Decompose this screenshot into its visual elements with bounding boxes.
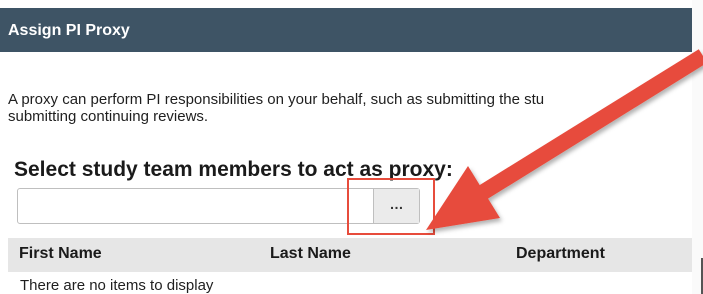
annotation-highlight-box — [347, 178, 435, 235]
column-header-last-name[interactable]: Last Name — [270, 245, 351, 263]
empty-table-message: There are no items to display — [20, 277, 214, 294]
description-line-2: submitting continuing reviews. — [8, 108, 209, 125]
scrollbar-edge — [692, 0, 703, 294]
description-line-1: A proxy can perform PI responsibilities … — [8, 91, 545, 108]
dialog-title: Assign PI Proxy — [8, 22, 130, 39]
dialog-title-bar: Assign PI Proxy — [0, 8, 692, 52]
column-header-first-name[interactable]: First Name — [19, 245, 102, 263]
table-header: First Name Last Name Department — [8, 238, 692, 272]
column-header-department[interactable]: Department — [516, 245, 605, 263]
assign-pi-proxy-dialog: Assign PI Proxy A proxy can perform PI r… — [0, 0, 692, 294]
dialog-description: A proxy can perform PI responsibilities … — [8, 91, 688, 125]
